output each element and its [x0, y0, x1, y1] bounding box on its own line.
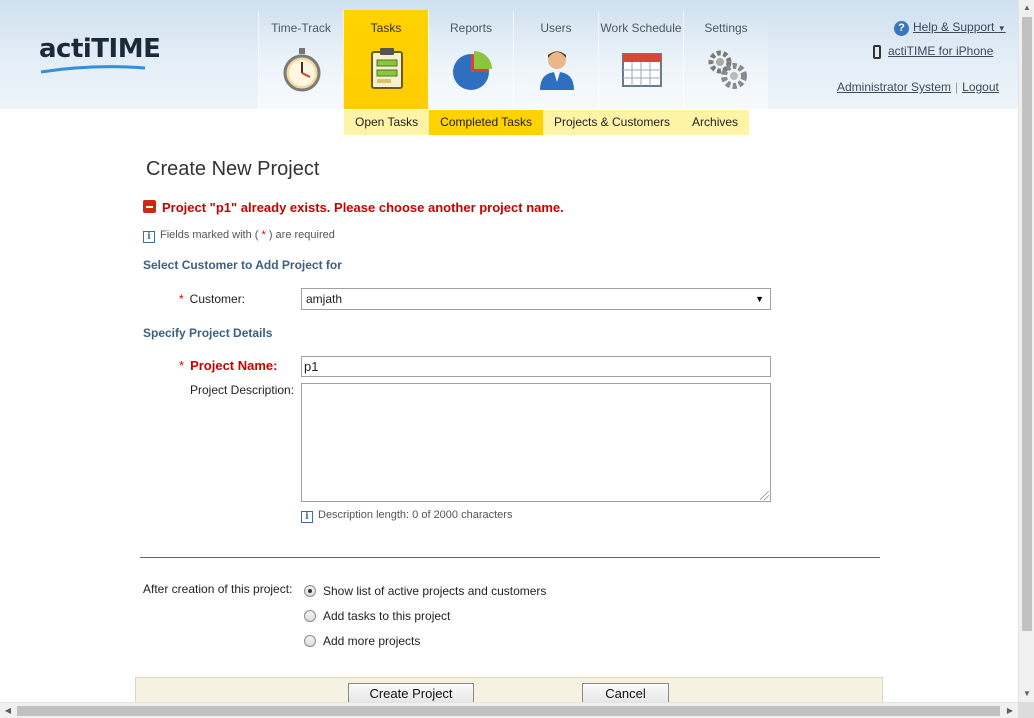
customer-label-text: Customer:	[189, 292, 246, 306]
nav-users[interactable]: Users	[513, 10, 598, 109]
horizontal-scroll-thumb[interactable]	[17, 706, 1000, 716]
cancel-button[interactable]: Cancel	[582, 683, 669, 703]
help-label: Help & Support	[913, 20, 995, 34]
radio-button[interactable]	[304, 635, 316, 647]
page-title: Create New Project	[146, 158, 320, 180]
resize-handle-icon[interactable]	[760, 491, 769, 500]
option-label: Add tasks to this project	[323, 609, 451, 623]
required-star: *	[179, 292, 184, 306]
create-project-button[interactable]: Create Project	[348, 683, 474, 703]
required-suffix: ) are required	[268, 229, 335, 241]
nav-label: Time-Track	[271, 21, 331, 35]
description-length-note: i Description length: 0 of 2000 character…	[301, 509, 512, 523]
vertical-scrollbar[interactable]: ▲ ▼	[1018, 0, 1034, 702]
scroll-left-icon[interactable]: ◀	[0, 703, 16, 718]
horizontal-scrollbar[interactable]: ◀ ▶	[0, 702, 1018, 718]
form-actions-bar	[135, 677, 883, 703]
nav-label: Settings	[704, 21, 748, 35]
subnav-archives[interactable]: Archives	[681, 110, 749, 135]
after-creation-label: After creation of this project:	[143, 582, 293, 596]
iphone-label: actiTIME for iPhone	[888, 44, 994, 58]
scroll-down-icon[interactable]: ▼	[1019, 686, 1034, 702]
option-add-tasks[interactable]: Add tasks to this project	[304, 609, 450, 623]
error-text: Project "p1" already exists. Please choo…	[162, 200, 564, 215]
logo-swoosh-icon	[40, 65, 146, 74]
project-name-label-text: Project Name:	[190, 358, 278, 373]
customer-select-value: amjath	[306, 292, 343, 306]
calendar-icon	[622, 53, 662, 87]
vertical-scroll-thumb[interactable]	[1022, 17, 1032, 631]
dropdown-arrow-icon: ▼	[755, 294, 764, 304]
option-add-projects[interactable]: Add more projects	[304, 634, 420, 648]
separator: |	[955, 80, 959, 94]
logout-link[interactable]: Logout	[962, 80, 999, 94]
phone-icon	[873, 44, 881, 59]
option-label: Add more projects	[323, 634, 421, 648]
nav-label: Tasks	[370, 21, 402, 35]
pie-chart-icon	[453, 51, 492, 90]
required-star: *	[261, 229, 266, 241]
error-message: Project "p1" already exists. Please choo…	[143, 200, 564, 215]
user-links: Administrator System | Logout	[837, 80, 999, 94]
actitime-logo[interactable]: actiTIME	[39, 34, 161, 64]
nav-work-schedule[interactable]: Work Schedule	[598, 10, 683, 109]
project-description-textarea[interactable]	[301, 383, 771, 502]
nav-label: Work Schedule	[600, 21, 682, 35]
subnav-projects-customers[interactable]: Projects & Customers	[543, 110, 681, 135]
user-icon	[540, 51, 574, 90]
clipboard-icon	[371, 48, 403, 89]
tasks-subnav: Open Tasks Completed Tasks Projects & Cu…	[344, 110, 750, 135]
divider	[140, 557, 880, 558]
gears-icon	[708, 50, 747, 89]
option-label: Show list of active projects and custome…	[323, 584, 547, 598]
project-name-input[interactable]: p1	[301, 356, 771, 377]
stopwatch-icon	[283, 48, 321, 92]
nav-label: Users	[540, 21, 572, 35]
description-length-text: Description length: 0 of 2000 characters	[318, 509, 513, 521]
nav-label: Reports	[449, 21, 493, 35]
scroll-right-icon[interactable]: ▶	[1002, 703, 1018, 718]
nav-tasks[interactable]: Tasks	[343, 10, 428, 109]
project-name-label: * Project Name:	[179, 358, 277, 373]
subnav-completed-tasks[interactable]: Completed Tasks	[429, 110, 543, 135]
info-icon: i	[301, 511, 313, 523]
radio-button-selected[interactable]	[304, 585, 316, 597]
info-icon: i	[143, 231, 155, 243]
customer-label: * Customer:	[179, 292, 245, 306]
nav-time-track[interactable]: Time-Track	[258, 10, 343, 109]
iphone-link[interactable]: actiTIME for iPhone	[873, 44, 993, 59]
scrollbar-corner	[1018, 702, 1034, 718]
help-support-link[interactable]: ? Help & Support ▼	[894, 20, 1006, 36]
app-header: actiTIME Time-Track Tasks Reports Users …	[0, 0, 1018, 109]
project-description-label: Project Description:	[190, 383, 295, 397]
user-profile-link[interactable]: Administrator System	[837, 80, 951, 94]
radio-button[interactable]	[304, 610, 316, 622]
required-prefix: Fields marked with (	[160, 229, 259, 241]
required-star: *	[179, 358, 185, 373]
error-icon	[143, 200, 156, 213]
section-customer-heading: Select Customer to Add Project for	[143, 258, 342, 272]
main-nav: Time-Track Tasks Reports Users Work Sche…	[258, 10, 768, 109]
chevron-down-icon: ▼	[997, 24, 1006, 33]
section-details-heading: Specify Project Details	[143, 326, 273, 340]
nav-reports[interactable]: Reports	[428, 10, 513, 109]
help-icon: ?	[894, 21, 909, 36]
required-note: i Fields marked with ( * ) are required	[143, 229, 335, 243]
scroll-up-icon[interactable]: ▲	[1019, 0, 1034, 16]
customer-select[interactable]: amjath ▼	[301, 288, 771, 310]
option-show-list[interactable]: Show list of active projects and custome…	[304, 584, 546, 598]
nav-settings[interactable]: Settings	[683, 10, 768, 109]
subnav-open-tasks[interactable]: Open Tasks	[344, 110, 429, 135]
